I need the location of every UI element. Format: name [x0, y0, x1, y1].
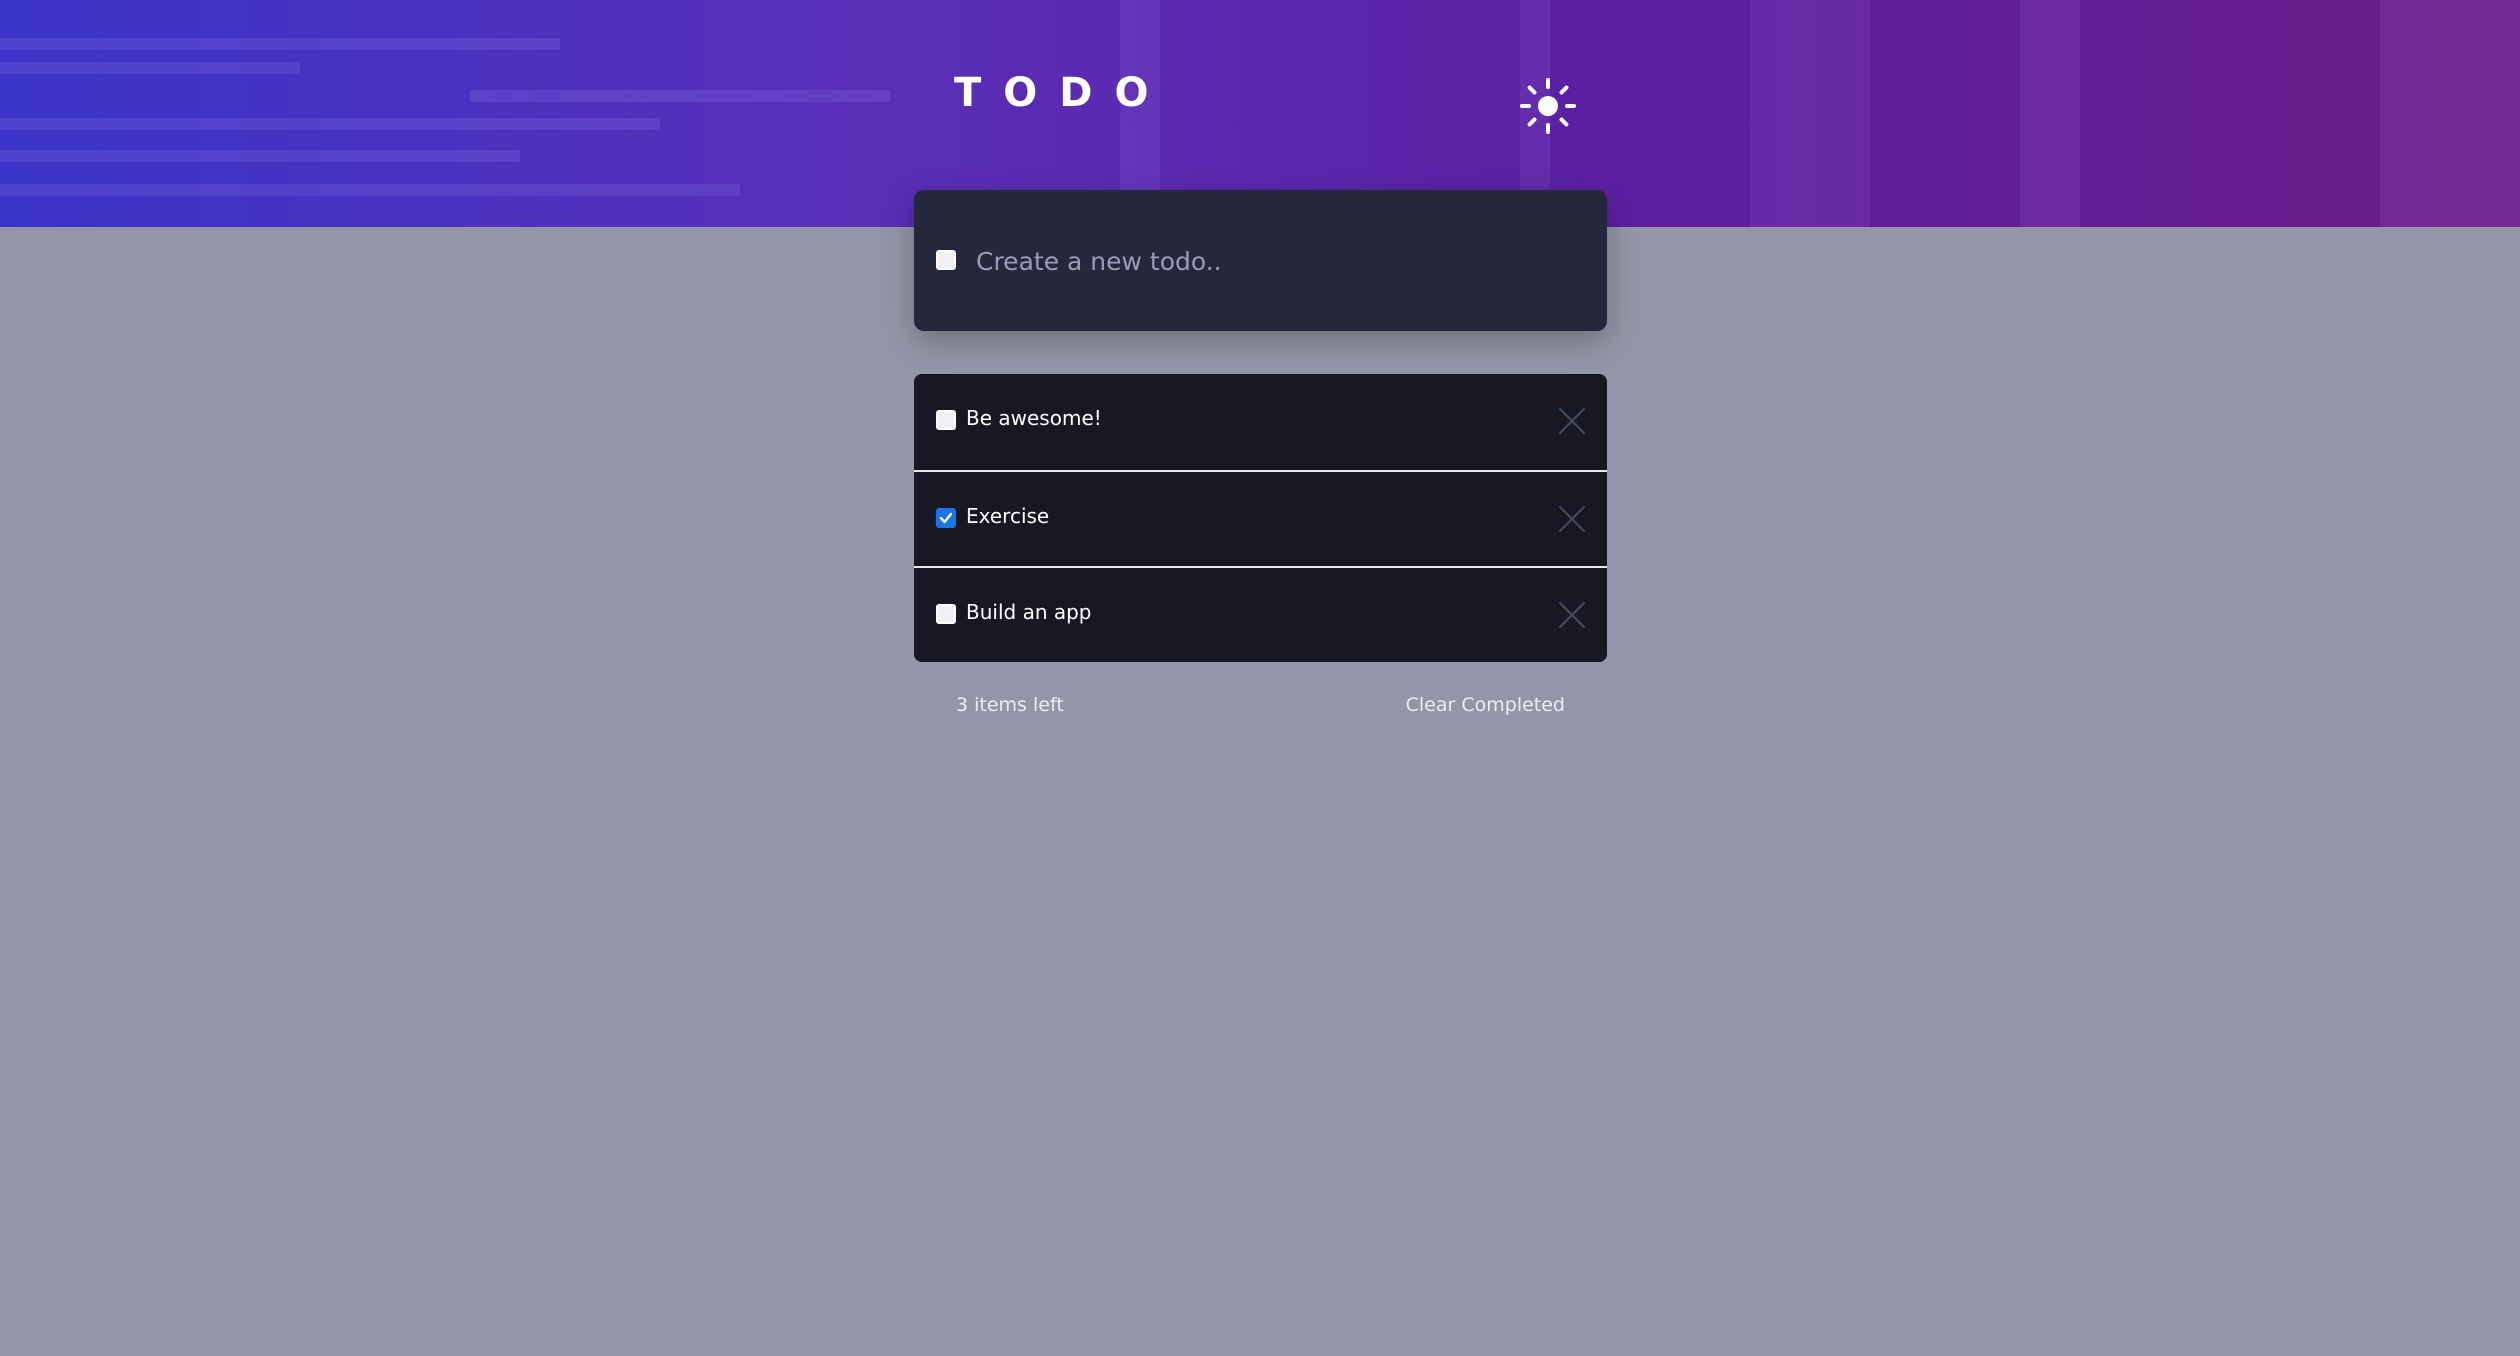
sun-icon [1520, 78, 1576, 134]
new-todo-card [914, 190, 1607, 331]
todo-list: Be awesome! Exercise Build an app [914, 374, 1607, 662]
items-left-count: 3 items left [956, 694, 1064, 716]
todo-checkbox[interactable] [936, 508, 956, 528]
todo-item: Be awesome! [914, 374, 1607, 470]
new-todo-input[interactable] [976, 232, 1576, 290]
todo-footer: 3 items left Clear Completed [914, 690, 1607, 726]
delete-todo-button[interactable] [1557, 406, 1587, 436]
todo-label: Build an app [966, 600, 1092, 624]
close-icon [1559, 506, 1585, 532]
todo-label: Exercise [966, 504, 1050, 528]
todo-label: Be awesome! [966, 406, 1102, 430]
close-icon [1559, 408, 1585, 434]
todo-item: Exercise [914, 470, 1607, 566]
todo-item: Build an app [914, 566, 1607, 662]
app-title: TODO [954, 70, 1171, 116]
theme-toggle-button[interactable] [1518, 76, 1578, 136]
close-icon [1559, 602, 1585, 628]
todo-checkbox[interactable] [936, 410, 956, 430]
new-todo-checkbox[interactable] [936, 250, 956, 270]
todo-checkbox[interactable] [936, 604, 956, 624]
clear-completed-button[interactable]: Clear Completed [1406, 694, 1565, 716]
delete-todo-button[interactable] [1557, 600, 1587, 630]
check-icon [939, 512, 953, 524]
delete-todo-button[interactable] [1557, 504, 1587, 534]
